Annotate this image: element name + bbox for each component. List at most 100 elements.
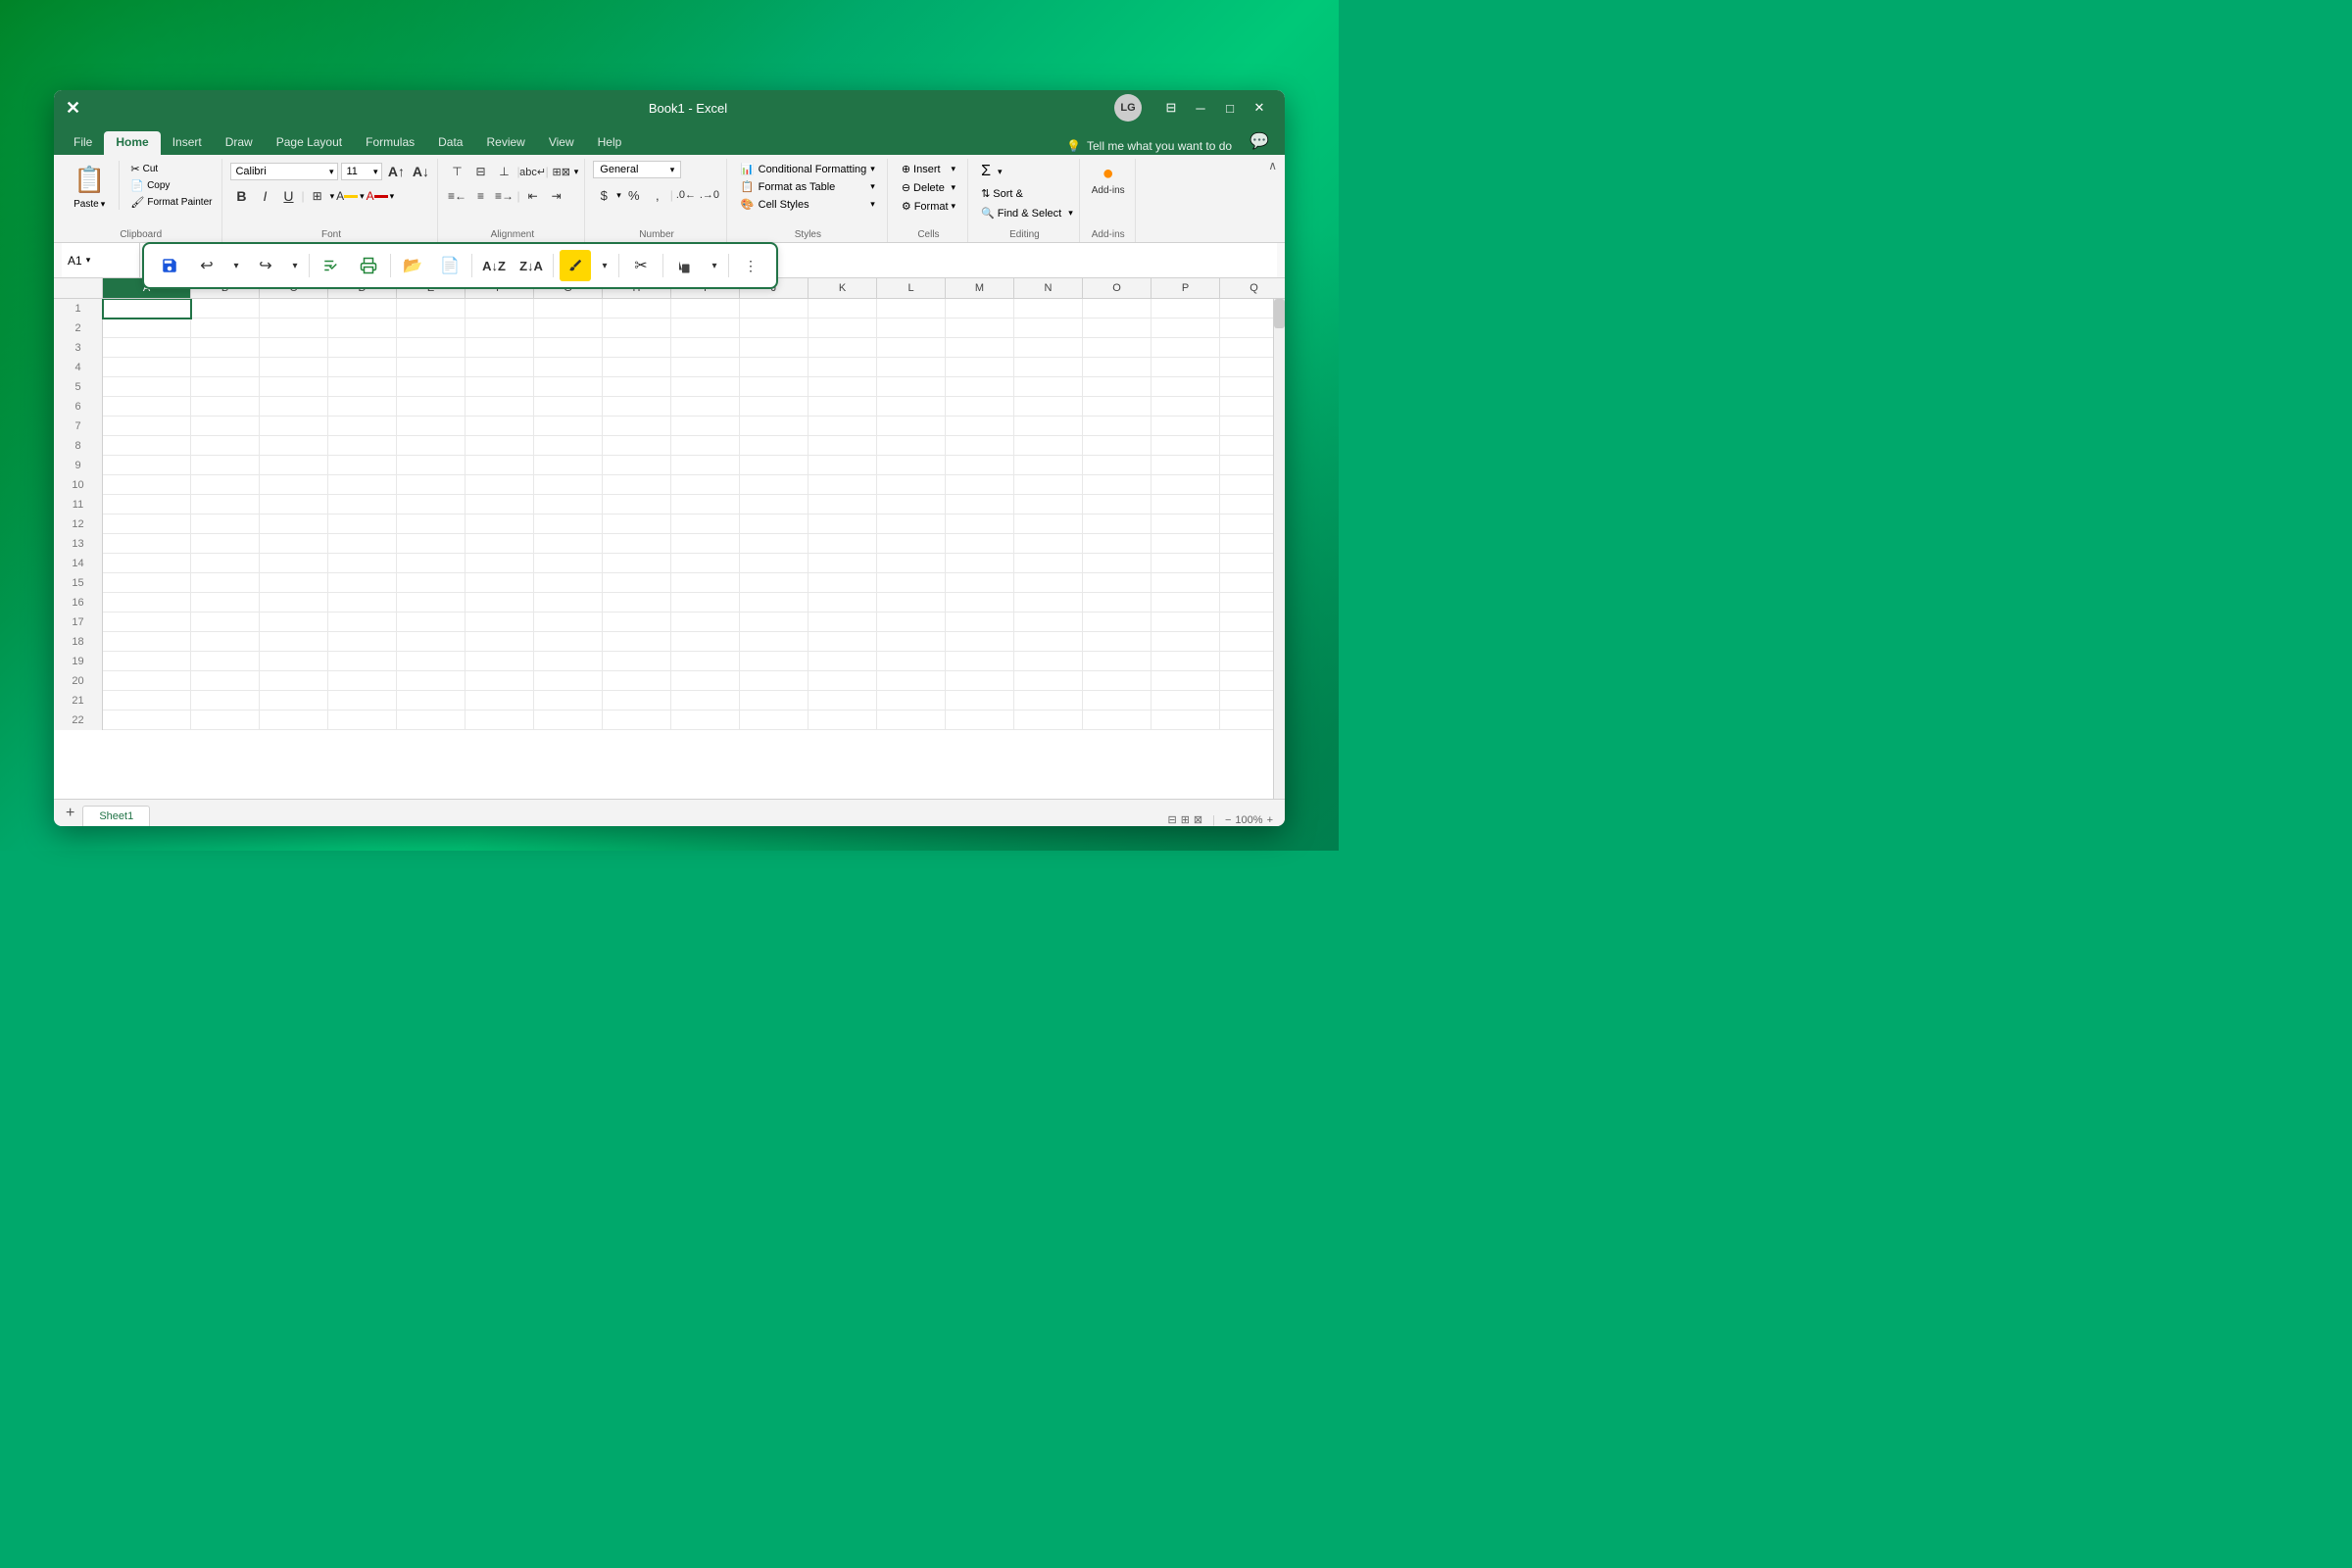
grid-cell[interactable]: [603, 710, 671, 730]
grid-cell[interactable]: [534, 612, 603, 632]
grid-cell[interactable]: [534, 475, 603, 495]
grid-cell[interactable]: [260, 534, 328, 554]
grid-cell[interactable]: [191, 358, 260, 377]
ft-fill-color-button[interactable]: [560, 250, 591, 281]
grid-cell[interactable]: [1014, 573, 1083, 593]
grid-cell[interactable]: [1083, 710, 1152, 730]
grid-cell[interactable]: [191, 416, 260, 436]
grid-cell[interactable]: [671, 514, 740, 534]
grid-cell[interactable]: [397, 338, 466, 358]
grid-cell[interactable]: [946, 554, 1014, 573]
grid-cell[interactable]: [260, 691, 328, 710]
name-box[interactable]: A1 ▾: [62, 243, 140, 277]
grid-cell[interactable]: [808, 593, 877, 612]
zoom-out-button[interactable]: −: [1225, 814, 1231, 826]
grid-cell[interactable]: [1152, 612, 1220, 632]
grid-cell[interactable]: [740, 338, 808, 358]
grid-cell[interactable]: [946, 612, 1014, 632]
grid-cell[interactable]: [466, 691, 534, 710]
grid-cell[interactable]: [740, 671, 808, 691]
grid-cell[interactable]: [1220, 495, 1273, 514]
grid-cell[interactable]: [397, 632, 466, 652]
grid-cell[interactable]: [671, 710, 740, 730]
grid-cell[interactable]: [466, 318, 534, 338]
col-header-k[interactable]: K: [808, 278, 877, 298]
grid-cell[interactable]: [1220, 436, 1273, 456]
grid-cell[interactable]: [103, 671, 191, 691]
grid-cell[interactable]: [328, 554, 397, 573]
grid-cell[interactable]: [191, 475, 260, 495]
ft-print-check-button[interactable]: [353, 250, 384, 281]
grid-cell[interactable]: [671, 416, 740, 436]
grid-cell[interactable]: [397, 358, 466, 377]
grid-cell[interactable]: [671, 612, 740, 632]
grid-cell[interactable]: [103, 554, 191, 573]
grid-cell[interactable]: [260, 338, 328, 358]
tab-review[interactable]: Review: [474, 131, 536, 155]
percent-button[interactable]: %: [623, 184, 645, 206]
ribbon-display-icon[interactable]: ⊟: [1157, 97, 1185, 119]
grid-cell[interactable]: [466, 612, 534, 632]
grid-cell[interactable]: [260, 514, 328, 534]
grid-cell[interactable]: [397, 299, 466, 318]
grid-cell[interactable]: [603, 593, 671, 612]
grid-cell[interactable]: [260, 475, 328, 495]
grid-cell[interactable]: [1152, 456, 1220, 475]
maximize-button[interactable]: □: [1216, 97, 1244, 119]
grid-cell[interactable]: [1083, 377, 1152, 397]
grid-cell[interactable]: [671, 573, 740, 593]
grid-cell[interactable]: [603, 416, 671, 436]
grid-cell[interactable]: [191, 554, 260, 573]
grid-cell[interactable]: [1220, 652, 1273, 671]
grid-cell[interactable]: [740, 416, 808, 436]
grid-cell[interactable]: [103, 299, 191, 318]
grid-cell[interactable]: [877, 554, 946, 573]
grid-cell[interactable]: [328, 671, 397, 691]
grid-cell[interactable]: [534, 416, 603, 436]
ft-open-button[interactable]: 📂: [397, 250, 428, 281]
grid-cell[interactable]: [603, 612, 671, 632]
grid-cell[interactable]: [671, 652, 740, 671]
merge-dropdown-icon[interactable]: ▾: [574, 167, 579, 177]
grid-cell[interactable]: [397, 475, 466, 495]
grid-cell[interactable]: [1220, 475, 1273, 495]
grid-cell[interactable]: [808, 691, 877, 710]
grid-cell[interactable]: [603, 338, 671, 358]
grid-cell[interactable]: [534, 573, 603, 593]
find-dropdown-icon[interactable]: ▾: [1068, 208, 1073, 219]
grid-cell[interactable]: [1220, 397, 1273, 416]
grid-cell[interactable]: [671, 456, 740, 475]
grid-cell[interactable]: [740, 456, 808, 475]
grid-cell[interactable]: [946, 397, 1014, 416]
grid-cell[interactable]: [877, 671, 946, 691]
tab-insert[interactable]: Insert: [161, 131, 214, 155]
grid-cell[interactable]: [603, 514, 671, 534]
align-right-button[interactable]: ≡→: [493, 185, 514, 207]
grid-cell[interactable]: [1220, 671, 1273, 691]
ft-new-button[interactable]: 📄: [434, 250, 466, 281]
grid-cell[interactable]: [1014, 652, 1083, 671]
grid-cell[interactable]: [877, 593, 946, 612]
grid-cell[interactable]: [877, 338, 946, 358]
grid-cell[interactable]: [260, 436, 328, 456]
grid-cell[interactable]: [740, 691, 808, 710]
grid-cell[interactable]: [1014, 514, 1083, 534]
grid-cell[interactable]: [534, 358, 603, 377]
grid-cell[interactable]: [603, 691, 671, 710]
grid-cell[interactable]: [671, 593, 740, 612]
grid-cell[interactable]: [328, 436, 397, 456]
align-bottom-button[interactable]: ⊥: [493, 161, 514, 182]
grid-cell[interactable]: [1014, 710, 1083, 730]
grid-cell[interactable]: [260, 358, 328, 377]
grid-cell[interactable]: [1220, 691, 1273, 710]
grid-cell[interactable]: [603, 436, 671, 456]
autosum-button[interactable]: Σ: [976, 161, 996, 182]
grid-cell[interactable]: [328, 358, 397, 377]
grid-cell[interactable]: [603, 652, 671, 671]
grid-cell[interactable]: [103, 495, 191, 514]
ft-overflow-button[interactable]: ⋮: [735, 250, 766, 281]
grid-cell[interactable]: [191, 652, 260, 671]
addins-button[interactable]: ● Add-ins: [1088, 161, 1129, 198]
grid-cell[interactable]: [1014, 338, 1083, 358]
decrease-font-size-button[interactable]: A↓: [410, 161, 431, 182]
